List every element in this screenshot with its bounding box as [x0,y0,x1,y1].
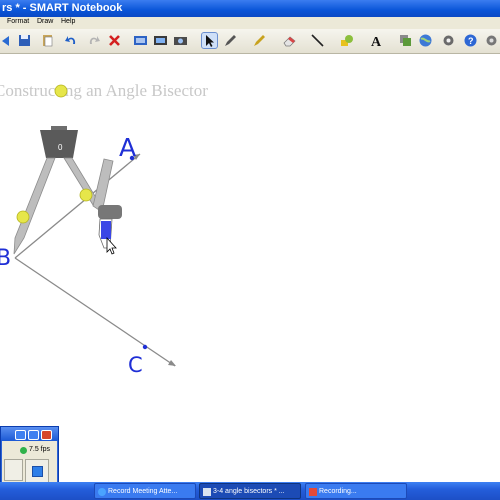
mouse-cursor-icon [106,236,117,255]
menu-help[interactable]: Help [61,18,75,25]
recording-status-icon [20,447,27,454]
taskbar-item-label: Recording... [319,488,357,495]
maximize-icon[interactable] [28,430,39,440]
svg-text:?: ? [468,36,474,46]
recorder-icon [309,488,317,496]
full-screen-icon[interactable] [153,33,168,48]
taskbar-item-label: Record Meeting Atte... [108,488,178,495]
line-icon[interactable] [310,33,325,48]
paste-icon[interactable] [40,33,55,48]
select-arrow-icon[interactable] [201,32,218,49]
compass-leg-marker [16,210,30,224]
angle-construction: 0 A B C [0,84,176,377]
menu-bar: Format Draw Help [0,17,500,29]
stop-button[interactable] [25,459,49,483]
gallery-icon[interactable] [418,33,433,48]
help-icon[interactable]: ? [463,33,478,48]
label-point-a: A [119,133,136,162]
ray-bc-arrowhead [168,360,176,366]
notebook-icon [203,488,211,496]
taskbar-item-notebook[interactable]: 3-4 angle bisectors * ... [199,483,301,499]
svg-text:A: A [371,35,382,48]
pause-button[interactable] [4,459,23,481]
text-icon[interactable]: A [369,33,384,50]
point-c-dot [142,344,148,350]
shapes-icon[interactable] [339,33,354,48]
close-icon[interactable] [41,430,52,440]
compass-handle-marker [54,84,68,98]
pen-icon[interactable] [223,33,238,48]
whiteboard-canvas[interactable]: Constructing an Angle Bisector 0 A B C [0,54,500,426]
delete-icon[interactable] [107,33,122,48]
previous-page-icon[interactable] [0,33,15,48]
window-title: rs * - SMART Notebook [2,2,123,14]
svg-text:0: 0 [58,143,63,152]
menu-draw[interactable]: Draw [37,18,53,25]
recorder-titlebar [1,427,58,441]
settings-icon[interactable] [484,33,499,48]
compass-hinge-marker [79,188,93,202]
taskbar: Record Meeting Atte... 3-4 angle bisecto… [0,482,500,500]
redo-icon[interactable] [86,33,101,48]
toolbar: A ? [0,29,500,54]
undo-icon[interactable] [64,33,79,48]
eraser-icon[interactable] [282,33,297,48]
frame-rate: 7.5 fps [29,446,51,453]
ray-bc [14,257,176,367]
taskbar-item-recording[interactable]: Recording... [305,483,407,499]
creative-pen-icon[interactable] [252,33,267,48]
stop-icon [32,466,43,477]
recorder-window: 7.5 fps [0,426,59,484]
save-icon[interactable] [17,33,32,48]
taskbar-item-record-meeting[interactable]: Record Meeting Atte... [94,483,196,499]
properties-icon[interactable] [398,33,413,48]
compass-icon: 0 [13,84,122,255]
menu-format[interactable]: Format [7,18,29,25]
toolbar-options-icon[interactable] [441,33,456,48]
browser-icon [98,488,106,496]
capture-icon[interactable] [173,33,188,48]
label-point-b: B [0,246,11,271]
screen-shade-icon[interactable] [133,33,148,48]
title-bar: rs * - SMART Notebook [0,0,500,17]
minimize-icon[interactable] [15,430,26,440]
taskbar-item-label: 3-4 angle bisectors * ... [213,488,285,495]
label-point-c: C [128,353,143,377]
